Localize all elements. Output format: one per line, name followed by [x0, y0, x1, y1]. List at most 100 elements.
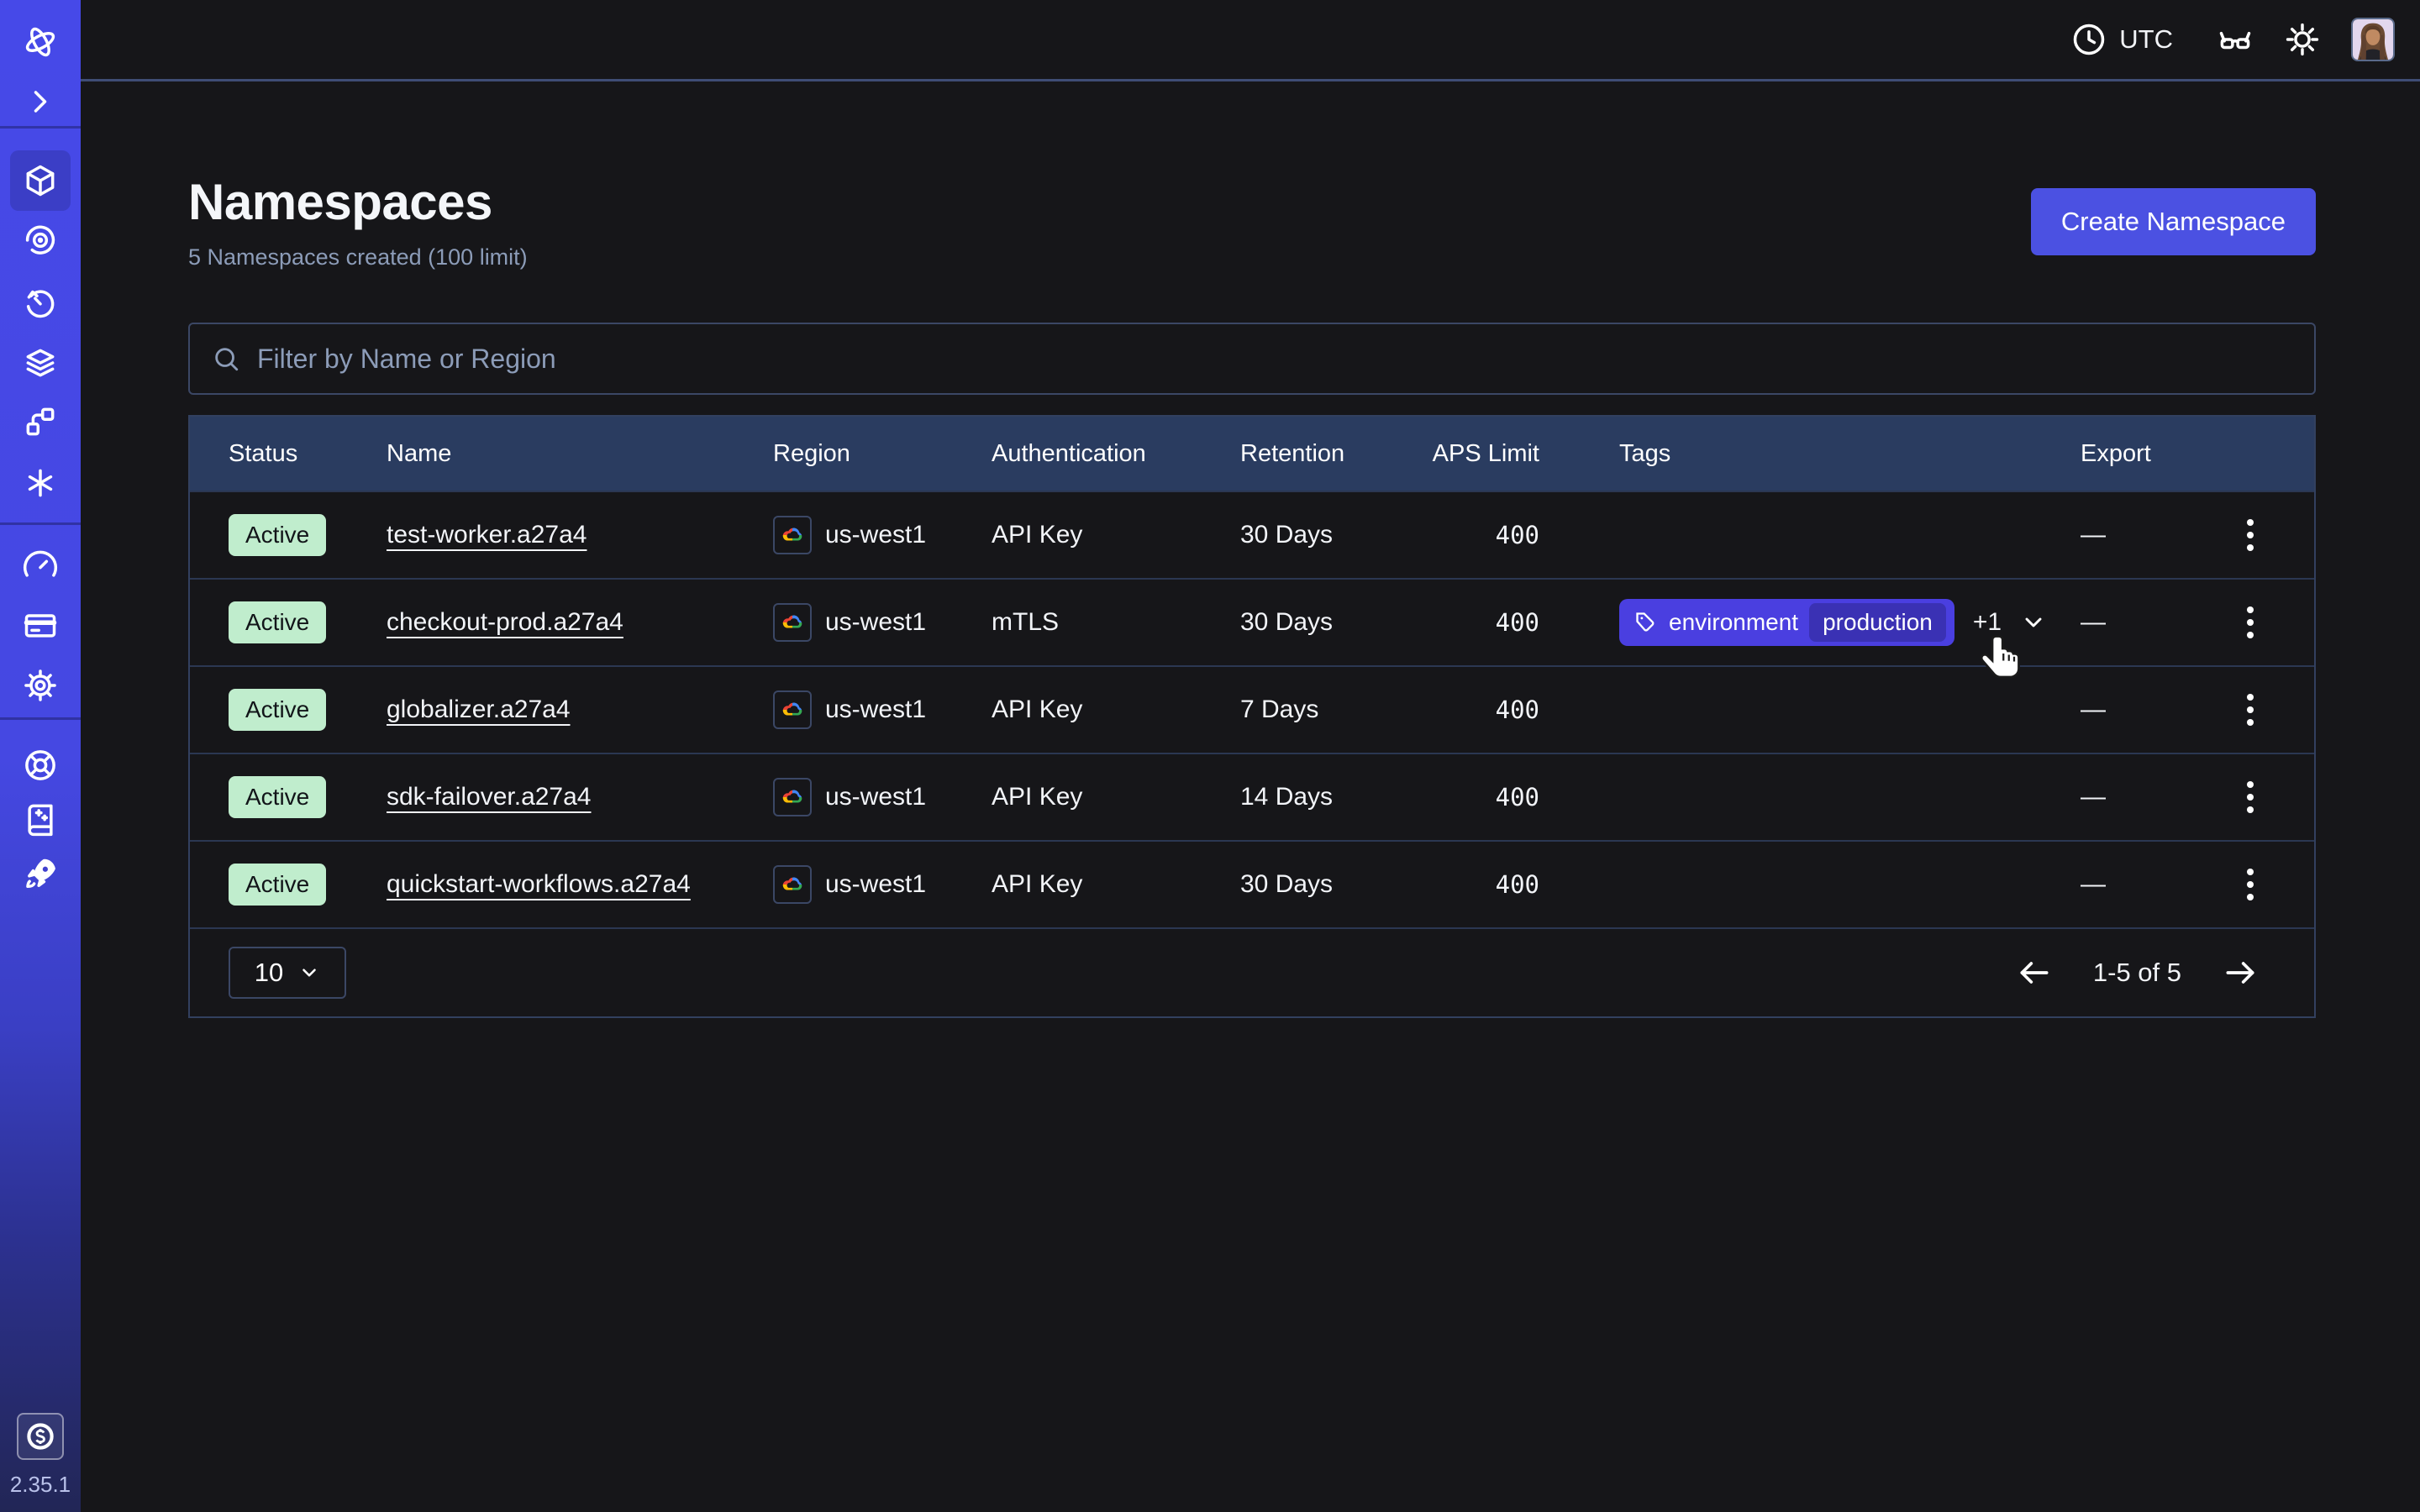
- sidebar-item-asterisk[interactable]: [10, 453, 71, 513]
- page-title: Namespaces: [188, 173, 528, 231]
- gcp-icon: [773, 516, 812, 554]
- namespace-link[interactable]: globalizer.a27a4: [387, 696, 571, 723]
- retention-label: 30 Days: [1234, 608, 1430, 637]
- sidebar-item-eye[interactable]: [10, 209, 71, 270]
- sidebar-divider: [0, 717, 81, 720]
- lifebuoy-icon: [22, 747, 59, 784]
- row-menu-button[interactable]: [2238, 598, 2262, 647]
- col-name: Name: [378, 440, 768, 468]
- sidebar-item-workflow[interactable]: [10, 391, 71, 452]
- sidebar-divider: [0, 126, 81, 129]
- row-menu-button[interactable]: [2238, 773, 2262, 822]
- tag-value: production: [1809, 603, 1946, 642]
- arrow-left-icon: [2016, 954, 2053, 991]
- retention-label: 14 Days: [1234, 783, 1430, 811]
- workflow-icon: [22, 403, 59, 440]
- status-badge: Active: [229, 776, 326, 818]
- export-value: —: [2060, 696, 2186, 724]
- avatar[interactable]: [2351, 18, 2395, 61]
- row-menu-button[interactable]: [2238, 685, 2262, 734]
- table-row: Active sdk-failover.a27a4 us-west1 API K…: [190, 753, 2314, 840]
- auth-label: API Key: [985, 696, 1234, 724]
- temporal-logo-icon[interactable]: [10, 12, 71, 72]
- status-badge: Active: [229, 601, 326, 643]
- sidebar-item-namespaces[interactable]: [10, 150, 71, 211]
- sun-icon: [2284, 21, 2321, 58]
- gcp-icon: [773, 865, 812, 904]
- col-aps-limit: APS Limit: [1430, 440, 1539, 468]
- auth-label: API Key: [985, 521, 1234, 549]
- namespace-link[interactable]: test-worker.a27a4: [387, 521, 587, 549]
- retention-label: 7 Days: [1234, 696, 1430, 724]
- row-menu-button[interactable]: [2238, 511, 2262, 559]
- sidebar-item-usage[interactable]: [10, 534, 71, 595]
- region-label: us-west1: [825, 521, 926, 549]
- gcp-icon: [773, 603, 812, 642]
- row-menu-button[interactable]: [2238, 860, 2262, 909]
- topbar: UTC: [81, 0, 2420, 81]
- aps-limit-value: 400: [1430, 521, 1539, 549]
- col-status: Status: [190, 440, 378, 468]
- page-size-value: 10: [255, 958, 283, 988]
- region-label: us-west1: [825, 783, 926, 811]
- timer-icon: [22, 284, 59, 321]
- export-value: —: [2060, 783, 2186, 811]
- status-badge: Active: [229, 864, 326, 906]
- sidebar-item-getting-started[interactable]: [10, 844, 71, 905]
- sidebar-item-layers[interactable]: [10, 333, 71, 393]
- credit-card-icon: [22, 606, 59, 643]
- clock-icon: [2070, 21, 2107, 58]
- search-icon: [212, 344, 240, 373]
- aps-limit-value: 400: [1430, 783, 1539, 811]
- sidebar-expand-button[interactable]: [10, 71, 71, 132]
- sidebar-item-settings[interactable]: [10, 655, 71, 716]
- gcp-icon: [773, 690, 812, 729]
- retention-label: 30 Days: [1234, 521, 1430, 549]
- pricing-button[interactable]: [17, 1413, 64, 1460]
- status-badge: Active: [229, 514, 326, 556]
- chevron-down-icon: [298, 962, 320, 984]
- timezone-label: UTC: [2119, 24, 2173, 55]
- region-label: us-west1: [825, 608, 926, 637]
- create-namespace-button[interactable]: Create Namespace: [2031, 188, 2316, 255]
- sidebar-item-timer[interactable]: [10, 272, 71, 333]
- sidebar-item-billing[interactable]: [10, 595, 71, 655]
- filter-bar: [188, 323, 2316, 395]
- table-header: Status Name Region Authentication Retent…: [190, 417, 2314, 491]
- namespace-link[interactable]: sdk-failover.a27a4: [387, 783, 592, 811]
- sidebar-item-docs[interactable]: [10, 789, 71, 849]
- prev-page-button[interactable]: [2016, 954, 2053, 991]
- namespace-count-label: 5 Namespaces created (100 limit): [188, 244, 528, 270]
- namespace-link[interactable]: checkout-prod.a27a4: [387, 608, 623, 636]
- namespace-link[interactable]: quickstart-workflows.a27a4: [387, 870, 691, 898]
- chevron-right-icon: [22, 83, 59, 120]
- rocket-icon: [22, 856, 59, 893]
- page-size-select[interactable]: 10: [229, 947, 346, 999]
- asterisk-icon: [22, 465, 59, 501]
- table-row: Active quickstart-workflows.a27a4 us-wes…: [190, 840, 2314, 927]
- filter-input[interactable]: [257, 344, 2292, 375]
- table-row: Active test-worker.a27a4 us-west1 API Ke…: [190, 491, 2314, 578]
- tag-chip[interactable]: environment production: [1619, 599, 1954, 646]
- book-icon: [22, 801, 59, 837]
- pagination-range: 1-5 of 5: [2093, 958, 2181, 988]
- labs-button[interactable]: [2217, 21, 2254, 58]
- auth-label: mTLS: [985, 608, 1234, 637]
- sidebar-item-support[interactable]: [10, 735, 71, 795]
- table-footer: 10 1-5 of 5: [190, 927, 2314, 1016]
- export-value: —: [2060, 521, 2186, 549]
- region-label: us-west1: [825, 696, 926, 724]
- col-export: Export: [2060, 440, 2186, 468]
- sidebar: 2.35.1: [0, 0, 81, 1512]
- layers-icon: [22, 344, 59, 381]
- user-photo: [2353, 19, 2393, 60]
- glasses-icon: [2217, 21, 2254, 58]
- mouse-cursor: [1976, 632, 2027, 682]
- tag-icon: [1634, 611, 1658, 634]
- col-authentication: Authentication: [985, 440, 1234, 468]
- version-label: 2.35.1: [0, 1472, 81, 1498]
- theme-toggle-button[interactable]: [2284, 21, 2321, 58]
- aps-limit-value: 400: [1430, 608, 1539, 637]
- next-page-button[interactable]: [2222, 954, 2259, 991]
- timezone-button[interactable]: UTC: [2070, 21, 2173, 58]
